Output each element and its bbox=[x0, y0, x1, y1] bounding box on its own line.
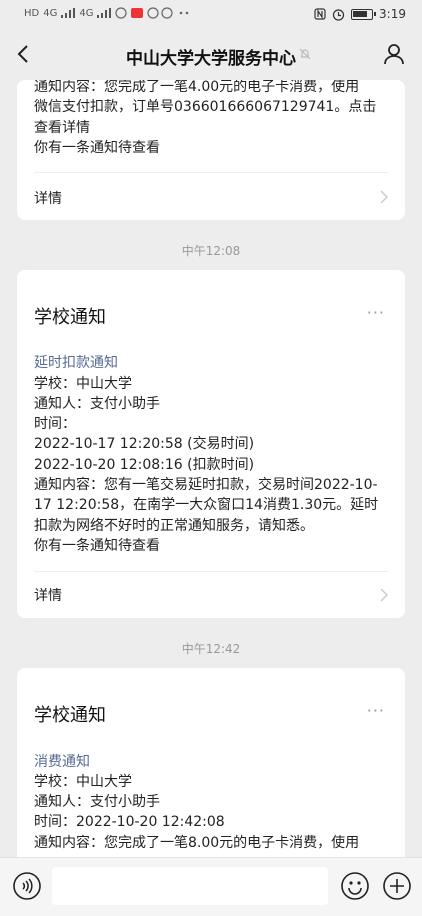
card-1-line-5: 2022-10-20 12:08:16 (扣款时间) bbox=[34, 457, 255, 473]
person-icon[interactable] bbox=[382, 42, 406, 66]
card-1-line-1: 学校：中山大学 bbox=[34, 376, 132, 392]
details-link[interactable]: 详情 bbox=[34, 585, 62, 605]
notice-type: 消费通知 bbox=[34, 754, 90, 770]
signal-icon-2 bbox=[97, 8, 112, 18]
message-input[interactable] bbox=[52, 867, 328, 905]
card-1-line-4: 2022-10-17 12:20:58 (交易时间) bbox=[34, 436, 255, 452]
notice-type: 延时扣款通知 bbox=[34, 355, 118, 371]
card-top-line-4: 你有一条通知待查看 bbox=[34, 140, 160, 156]
clock: 3:19 bbox=[379, 7, 406, 21]
card-2-line-1: 学校：中山大学 bbox=[34, 774, 132, 790]
message-timestamp: 中午12:42 bbox=[181, 642, 241, 656]
battery-icon bbox=[351, 8, 377, 20]
emoji-icon[interactable] bbox=[340, 871, 370, 901]
status-bar: HD 4G 4G 3:19 bbox=[0, 0, 422, 30]
status-left: HD 4G 4G bbox=[24, 7, 195, 19]
plus-circle-icon[interactable] bbox=[382, 871, 412, 901]
more-options-icon[interactable]: ··· bbox=[367, 701, 385, 720]
card-top-line-2: 微信支付扣款，订单号036601666067129741。点击 bbox=[34, 99, 377, 115]
chevron-right-icon bbox=[380, 190, 389, 204]
page-title: 中山大学大学服务中心 bbox=[126, 49, 296, 69]
voice-icon[interactable] bbox=[12, 871, 42, 901]
input-bar bbox=[0, 857, 422, 916]
network-label-1: 4G bbox=[43, 7, 58, 19]
card-top-line-3: 查看详情 bbox=[34, 120, 90, 136]
card-top-line-1: 通知内容：您完成了一笔4.00元的电子卡消费，使用 bbox=[34, 80, 360, 95]
card-2-line-4: 通知内容：您完成了一笔8.00元的电子卡消费，使用 bbox=[34, 835, 360, 851]
card-2-line-2: 通知人：支付小助手 bbox=[34, 794, 160, 810]
notification-icons bbox=[115, 7, 189, 19]
card-1-line-9: 你有一条通知待查看 bbox=[34, 538, 160, 554]
divider bbox=[34, 172, 388, 173]
card-1-line-3: 时间： bbox=[34, 416, 76, 432]
message-card-consumption: 学校通知 ··· 消费通知 学校：中山大学 通知人：支付小助手 时间：2022-… bbox=[17, 668, 405, 868]
message-card-delayed-deduction: 学校通知 ··· 延时扣款通知 学校：中山大学 通知人：支付小助手 时间： 20… bbox=[17, 270, 405, 618]
alarm-icon bbox=[332, 8, 345, 21]
message-card-previous: 通知内容：您完成了一笔4.00元的电子卡消费，使用 微信支付扣款，订单号0366… bbox=[17, 80, 405, 220]
network-label-2: 4G bbox=[79, 7, 94, 19]
status-right: 3:19 bbox=[314, 7, 406, 21]
details-link[interactable]: 详情 bbox=[34, 188, 62, 208]
bell-off-icon bbox=[299, 48, 311, 60]
card-1-line-7: 17 12:20:58，在南学一大众窗口14消费1.30元。延时 bbox=[34, 497, 379, 513]
card-1-line-8: 扣款为网络不好时的正常通知服务，请知悉。 bbox=[34, 518, 314, 534]
divider bbox=[34, 571, 388, 572]
card-title: 学校通知 bbox=[34, 307, 106, 328]
nav-bar: 中山大学大学服务中心 bbox=[0, 30, 422, 80]
chevron-right-icon bbox=[380, 588, 389, 602]
card-1-line-2: 通知人：支付小助手 bbox=[34, 396, 160, 412]
message-timestamp: 中午12:08 bbox=[181, 244, 241, 258]
nfc-icon bbox=[314, 8, 326, 20]
more-options-icon[interactable]: ··· bbox=[367, 303, 385, 322]
card-1-line-6: 通知内容：您有一笔交易延时扣款，交易时间2022-10- bbox=[34, 477, 378, 493]
hd-label: HD bbox=[24, 7, 40, 19]
card-2-line-3: 时间：2022-10-20 12:42:08 bbox=[34, 814, 225, 830]
card-title: 学校通知 bbox=[34, 705, 106, 726]
signal-icon bbox=[61, 8, 76, 18]
